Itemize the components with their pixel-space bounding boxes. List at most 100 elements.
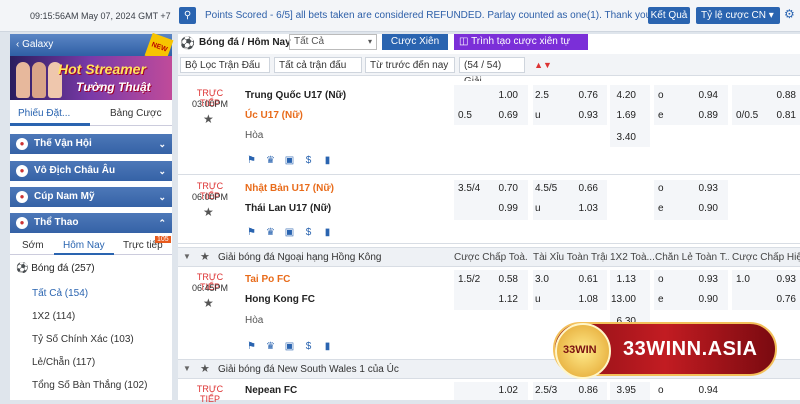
sort-icon[interactable]: ▲▼ <box>533 57 553 73</box>
odds-value[interactable]: 0.66 <box>558 181 598 197</box>
sidebar-item-all[interactable]: Tất Cả (154) <box>32 288 88 299</box>
all-matches-select[interactable]: Tất cả trận đấu ⌄ <box>274 57 362 87</box>
favorite-star-icon[interactable]: ★ <box>203 296 214 310</box>
league-header[interactable]: ▼ ★ Giải bóng đá Ngoại hạng Hồng Kông Cư… <box>178 247 800 267</box>
search-button[interactable]: ⚲ <box>179 7 196 24</box>
odds-value[interactable]: 1.03 <box>558 201 598 217</box>
clock: 09:15:56AM May 07, 2024 GMT +7 <box>30 11 171 21</box>
filter-bar: Bộ Lọc Trận Đấu ⌄ Tất cả trận đấu ⌄ Từ t… <box>178 54 800 87</box>
pin-icon[interactable]: ⚑ <box>245 154 258 167</box>
pin-icon[interactable]: ⚑ <box>245 226 258 239</box>
odds-value[interactable]: 0.94 <box>678 383 718 399</box>
odds-value[interactable]: 0.99 <box>478 201 518 217</box>
odds-value[interactable]: 1.12 <box>478 292 518 308</box>
odds-value[interactable]: 0.90 <box>678 201 718 217</box>
oe-label: e <box>658 203 664 214</box>
stats-icon[interactable]: ▮ <box>321 154 334 167</box>
sidebar-item-total-goals[interactable]: Tổng Số Bàn Thắng (102) <box>32 380 147 391</box>
gear-icon[interactable]: ⚙ <box>784 7 795 21</box>
odds-value[interactable]: 3.40 <box>598 130 636 146</box>
sidebar-section-copa[interactable]: ● Cúp Nam Mỹ ⌄ <box>10 187 172 207</box>
odds-value[interactable]: 0.93 <box>756 272 796 288</box>
filter-label: Từ trước đến nay <box>370 60 449 71</box>
odds-value[interactable]: 3.95 <box>598 383 636 399</box>
column-header: Tài Xỉu Toàn Trận <box>533 252 607 263</box>
odds-value[interactable]: 1.00 <box>478 88 518 104</box>
trophy-icon[interactable]: ♛ <box>264 154 277 167</box>
section-label: Vô Địch Châu Âu <box>34 165 116 176</box>
copa-icon: ● <box>16 191 28 203</box>
league-name: Giải bóng đá New South Wales 1 của Úc <box>218 364 399 375</box>
oe-label: o <box>658 274 664 285</box>
tab-today[interactable]: Hôm Nay <box>63 240 105 251</box>
sidebar-section-olympics[interactable]: ● Thế Vận Hội ⌄ <box>10 134 172 154</box>
odds-value[interactable]: 1.13 <box>598 272 636 288</box>
odds-value[interactable]: 0.93 <box>678 272 718 288</box>
search-icon: ⚲ <box>183 10 192 21</box>
favorite-star-icon[interactable]: ★ <box>203 112 214 126</box>
promo-banner[interactable]: 33WIN 33WINN.ASIA <box>553 322 777 379</box>
favorite-star-icon[interactable]: ★ <box>203 205 214 219</box>
trophy-icon[interactable]: ♛ <box>264 340 277 353</box>
tab-bet-slip[interactable]: Phiếu Đặt... <box>18 108 70 119</box>
match-filter-select[interactable]: Bộ Lọc Trận Đấu ⌄ <box>180 57 270 87</box>
odds-value[interactable]: 0.94 <box>678 88 718 104</box>
odds-value[interactable]: 0.93 <box>678 181 718 197</box>
odds-value[interactable]: 0.90 <box>678 292 718 308</box>
chevron-down-icon: ⌄ <box>158 192 166 202</box>
tv-icon[interactable]: ▣ <box>283 154 296 167</box>
sidebar-item-1x2[interactable]: 1X2 (114) <box>32 311 75 322</box>
sidebar-section-sports[interactable]: ● Thể Thao ⌃ <box>10 213 172 233</box>
galaxy-header[interactable]: ‹ Galaxy NEW <box>10 32 174 64</box>
pin-icon[interactable]: ⚑ <box>245 340 258 353</box>
odds-value[interactable]: 13.00 <box>598 292 636 308</box>
promo-text: 33WINN.ASIA <box>623 338 758 360</box>
league-count-button[interactable]: (54 / 54) Giải <box>459 57 525 87</box>
odds-value[interactable]: 0.81 <box>756 108 796 124</box>
match-tools: ⚑ ♛ ▣ $ ▮ <box>245 340 340 354</box>
odds-value[interactable]: 0.76 <box>558 88 598 104</box>
odds-value[interactable]: 0.88 <box>756 88 796 104</box>
sidebar-section-euro[interactable]: ● Vô Địch Châu Âu ⌄ <box>10 161 172 181</box>
period-select[interactable]: Từ trước đến nay ⌄ <box>365 57 455 87</box>
odds-value[interactable]: 0.86 <box>558 383 598 399</box>
market-select[interactable]: Tất Cả ▾ <box>289 34 377 50</box>
favorite-star-icon[interactable]: ★ <box>200 362 210 375</box>
sidebar-item-correct-score[interactable]: Tỷ Số Chính Xác (103) <box>32 334 134 345</box>
auto-parlay-button[interactable]: ◫ Trình tạo cược xiên tự động <box>454 34 588 63</box>
stats-icon[interactable]: ▮ <box>321 340 334 353</box>
odds-value[interactable]: 0.93 <box>558 108 598 124</box>
chevron-down-icon: ⌄ <box>158 166 166 176</box>
dollar-icon[interactable]: $ <box>302 340 315 353</box>
odds-value[interactable]: 0.76 <box>756 292 796 308</box>
results-button[interactable]: Kết Quả <box>648 7 690 24</box>
odds-value[interactable]: 0.61 <box>558 272 598 288</box>
trophy-icon[interactable]: ♛ <box>264 226 277 239</box>
announcement-marquee: Points Scored - 6/5] all bets taken are … <box>205 10 654 21</box>
odds-value[interactable]: 0.69 <box>478 108 518 124</box>
odds-value[interactable]: 1.08 <box>558 292 598 308</box>
dollar-icon[interactable]: $ <box>302 154 315 167</box>
odds-value[interactable]: 0.89 <box>678 108 718 124</box>
parlay-button[interactable]: Cược Xiên <box>382 34 448 50</box>
odds-type-select[interactable]: Tỷ lệ cược CN ▾ <box>696 7 780 24</box>
sidebar-item-football[interactable]: ⚽ Bóng đá (257) <box>16 263 95 274</box>
tab-early[interactable]: Sớm <box>22 240 44 251</box>
oe-label: o <box>658 90 664 101</box>
odds-value[interactable]: 1.02 <box>478 383 518 399</box>
odds-value[interactable]: 0.58 <box>478 272 518 288</box>
odds-value[interactable]: 0.70 <box>478 181 518 197</box>
market-select-value: Tất Cả <box>294 36 325 47</box>
banner-title: Hot Streamer <box>58 61 146 77</box>
dollar-icon[interactable]: $ <box>302 226 315 239</box>
main-header: ⚽ Bóng đá / Hôm Nay Tất Cả ▾ Cược Xiên ◫ … <box>178 34 800 63</box>
streamer-banner[interactable]: Hot Streamer Tường Thuật <box>10 56 172 100</box>
tab-bet-table[interactable]: Bảng Cược <box>110 108 162 119</box>
sidebar-item-odd-even[interactable]: Lẻ/Chẵn (117) <box>32 357 95 368</box>
odds-value[interactable]: 4.20 <box>598 88 636 104</box>
favorite-star-icon[interactable]: ★ <box>200 250 210 263</box>
odds-value[interactable]: 1.69 <box>598 108 636 124</box>
stats-icon[interactable]: ▮ <box>321 226 334 239</box>
tv-icon[interactable]: ▣ <box>283 226 296 239</box>
tv-icon[interactable]: ▣ <box>283 340 296 353</box>
